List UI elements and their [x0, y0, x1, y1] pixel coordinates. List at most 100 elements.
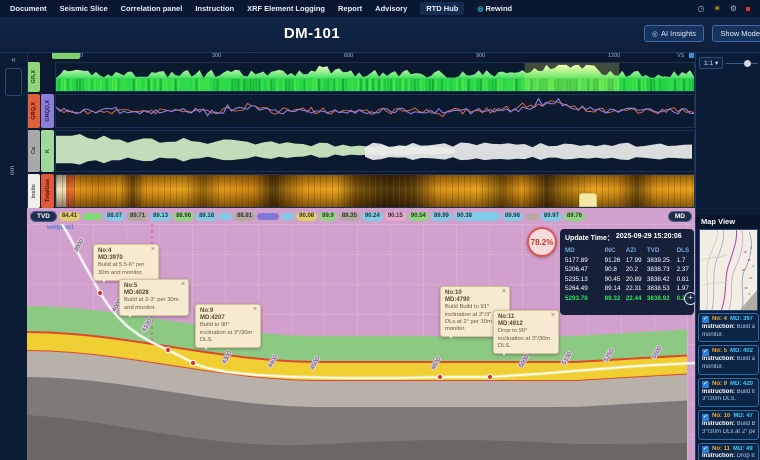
- tvd-pill-label[interactable]: TVD: [30, 211, 57, 222]
- track-label-chip[interactable]: insite: [27, 174, 40, 208]
- scale-value-pill[interactable]: 90.15: [385, 212, 406, 221]
- callout-no-9[interactable]: No:9MD:4207×Build to 90° inclination at …: [195, 304, 261, 348]
- callout-text: Drop to 90° inclination at 3°/30m DLS.: [498, 328, 554, 350]
- menu-item-xrf-element-logging[interactable]: XRF Element Logging: [247, 4, 325, 13]
- log-track-4: insiteTotalGasimage: [27, 174, 695, 208]
- scale-value-pill[interactable]: 89.97: [541, 212, 562, 221]
- scale-value-pill[interactable]: [82, 213, 102, 220]
- menu-item-correlation-panel[interactable]: Correlation panel: [121, 4, 183, 13]
- track-label-chip[interactable]: GR,X: [27, 62, 40, 92]
- scale-value-pill[interactable]: 89.71: [127, 212, 148, 221]
- callout-no-11[interactable]: No:11MD:4912× Drop to 90° inclination at …: [493, 310, 559, 354]
- scale-value-pill[interactable]: 90.08: [296, 212, 317, 221]
- zoom-ratio-select[interactable]: 1:1 ▾: [699, 57, 723, 69]
- scale-value-pill[interactable]: 89.98: [502, 212, 523, 221]
- close-icon[interactable]: ×: [253, 307, 257, 313]
- show-mode-label: Show Mode: [720, 29, 760, 38]
- scale-value-pill[interactable]: 90.24: [362, 212, 383, 221]
- menu-bar: Document Seismic Slice Correlation panel In…: [0, 0, 760, 17]
- close-icon[interactable]: ×: [551, 313, 555, 319]
- survey-row: 5264.4989.1422.313838.531.97: [565, 285, 689, 292]
- slider-knob[interactable]: [744, 60, 751, 67]
- scale-value-pill[interactable]: 89.9: [319, 212, 337, 221]
- instruction-card-10[interactable]: ✓No: 10MD: 47Instruction: Build B3°/30m …: [698, 410, 759, 439]
- cross-section-view[interactable]: wellplan1 Target Point A 78.2% Update Ti…: [27, 224, 695, 460]
- ruler-tick-label: 1200: [608, 53, 620, 59]
- ruler-handle[interactable]: [52, 52, 80, 59]
- track-label-chip[interactable]: TotalGas: [41, 174, 54, 208]
- track-plot-1[interactable]: [55, 62, 695, 92]
- callout-no-5[interactable]: No:5MD:4028×Build at 2-3° per 30m and mo…: [119, 279, 189, 316]
- progress-badge: 78.2%: [527, 227, 557, 257]
- instruction-card-9[interactable]: ✓No: 9MD: 420Instruction: Build to3°/30m…: [698, 378, 759, 407]
- checkbox-checked-icon[interactable]: ✓: [702, 349, 709, 356]
- close-icon[interactable]: ×: [502, 289, 506, 295]
- scale-value-pill[interactable]: [257, 213, 279, 220]
- scale-value-pill[interactable]: 89.99: [431, 212, 452, 221]
- track-label-chip[interactable]: Ca: [27, 130, 40, 172]
- scale-value-pill[interactable]: [219, 213, 232, 220]
- track-plot-2[interactable]: [55, 94, 695, 128]
- scale-value-pill[interactable]: 89.13: [150, 212, 171, 221]
- scale-value-pill[interactable]: 88.81: [234, 212, 255, 221]
- left-rail-toolbox[interactable]: [5, 68, 22, 96]
- survey-table-header: MDINCAZITVDDLS: [565, 247, 689, 254]
- survey-row: 5235.1390.4520.893838.420.81: [565, 276, 689, 283]
- checkbox-checked-icon[interactable]: ✓: [702, 381, 709, 388]
- rewind-icon: ◎: [477, 6, 483, 13]
- menu-item-advisory[interactable]: Advisory: [375, 4, 407, 13]
- scale-value-pill[interactable]: 89.18: [196, 212, 217, 221]
- menu-item-report[interactable]: Report: [338, 4, 362, 13]
- image-track-marker: [579, 193, 597, 207]
- track-label-chip[interactable]: GRQD,X: [41, 94, 54, 128]
- checkbox-checked-icon[interactable]: ✓: [702, 446, 709, 453]
- survey-table-panel: Update Time： 2025-09-29 15:20:06 MDINCAZ…: [560, 229, 694, 315]
- survey-row: 5206.4790.820.23838.732.37: [565, 266, 689, 273]
- callout-text: Build at 5.5-6° per 30m and monitor.: [98, 262, 154, 276]
- track-plot-4[interactable]: [55, 174, 695, 208]
- track-label-chip[interactable]: GRQ,X: [27, 94, 40, 128]
- track-plot-3[interactable]: [55, 130, 695, 172]
- zoom-slider[interactable]: [726, 58, 758, 68]
- instruction-card-5[interactable]: ✓No: 5MD: 402Instruction: Build atmonito…: [698, 345, 759, 374]
- track-label-chip[interactable]: K: [41, 130, 54, 172]
- scale-value-pill[interactable]: 90.38: [454, 212, 500, 221]
- show-mode-button[interactable]: Show Mode: [712, 25, 760, 42]
- callout-no-4[interactable]: No:4MD:3970×Build at 5.5-6° per 30m and …: [93, 244, 159, 281]
- scale-value-pill[interactable]: 88.96: [173, 212, 194, 221]
- vs-marker[interactable]: [689, 53, 694, 58]
- callout-header: No:5MD:4028: [124, 283, 184, 297]
- instruction-card-11[interactable]: ✓No: 11MD: 49Instruction: Drop to3°/30m …: [698, 443, 759, 460]
- map-thumbnail[interactable]: [699, 229, 758, 311]
- survey-table-body: 5177.8991.2617.993839.251.75206.4790.820…: [565, 257, 689, 302]
- expand-plus-icon[interactable]: +: [684, 292, 695, 305]
- checkbox-checked-icon[interactable]: ✓: [702, 316, 709, 323]
- clock-icon[interactable]: ◷: [698, 4, 705, 13]
- left-rail: « om: [0, 52, 28, 460]
- gear-icon[interactable]: ⚙: [730, 4, 737, 13]
- md-pill-label[interactable]: MD: [668, 211, 692, 222]
- scale-value-pill[interactable]: 88.07: [104, 212, 125, 221]
- menu-item-rtd-hub[interactable]: RTD Hub: [420, 2, 464, 15]
- scale-value-pill[interactable]: 84.41: [59, 212, 80, 221]
- scale-value-pill[interactable]: 89.35: [339, 212, 360, 221]
- menu-item-instruction[interactable]: Instruction: [195, 4, 234, 13]
- close-icon[interactable]: ×: [151, 247, 155, 253]
- survey-col-tvd: TVD: [647, 247, 677, 254]
- scale-value-pill[interactable]: [525, 213, 539, 220]
- ruler-tick-label: 0: [80, 53, 83, 59]
- menu-item-document[interactable]: Document: [10, 4, 47, 13]
- scale-value-pill[interactable]: 90.54: [408, 212, 429, 221]
- instruction-card-4[interactable]: ✓No: 4MD: 397Instruction: Build atmonito…: [698, 313, 759, 342]
- callout-header: No:11MD:4912: [498, 314, 554, 328]
- scale-value-pill[interactable]: 89.76: [564, 212, 585, 221]
- ai-insights-button[interactable]: ◎ AI Insights: [644, 25, 704, 42]
- close-icon[interactable]: ×: [181, 282, 185, 288]
- collapse-chevron-icon[interactable]: «: [0, 55, 27, 64]
- sun-theme-icon[interactable]: ☀: [714, 4, 721, 13]
- update-time-label: Update Time：: [565, 233, 614, 243]
- scale-value-pill[interactable]: [281, 213, 294, 220]
- checkbox-checked-icon[interactable]: ✓: [702, 414, 709, 421]
- menu-item-seismic-slice[interactable]: Seismic Slice: [60, 4, 108, 13]
- menu-item-rewind[interactable]: ◎Rewind: [477, 4, 512, 13]
